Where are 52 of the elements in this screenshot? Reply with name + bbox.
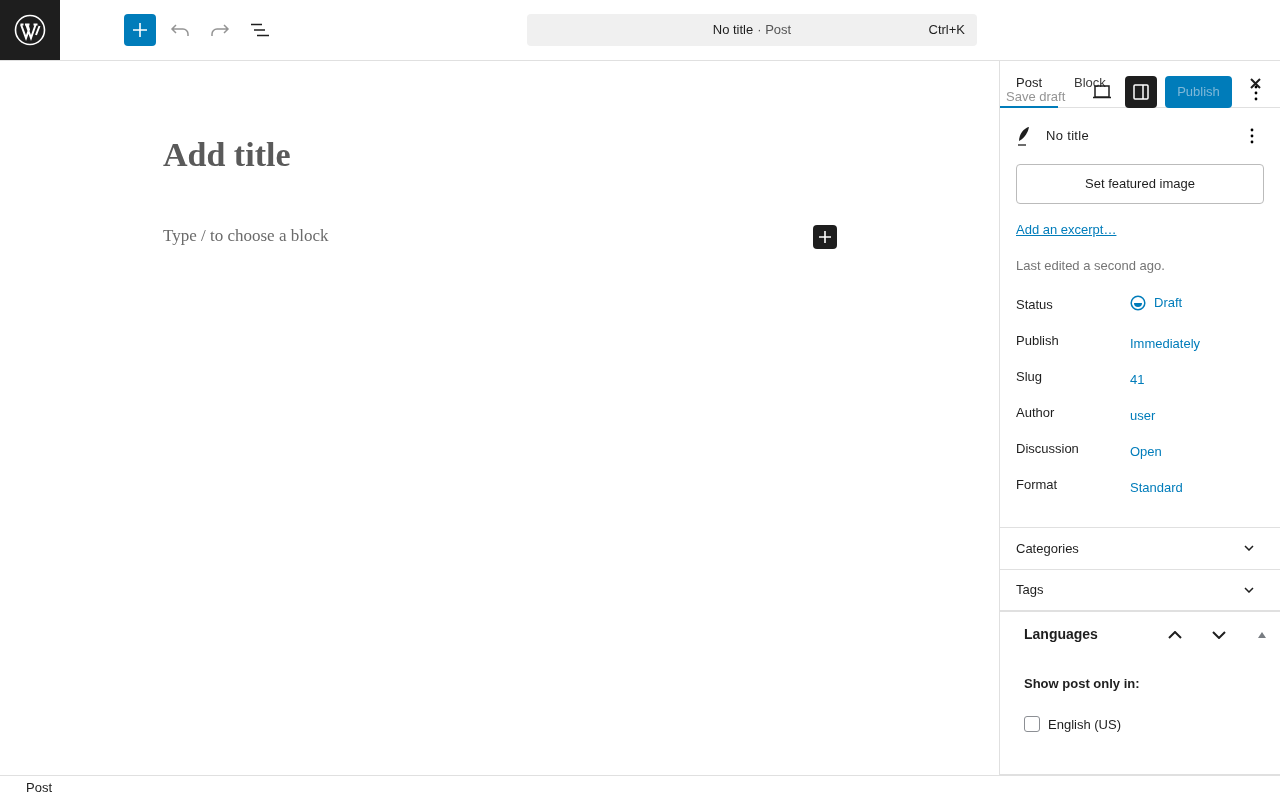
undo-icon (170, 23, 190, 37)
panel-header[interactable]: Categories (1000, 528, 1280, 570)
checkbox-label: English (US) (1048, 715, 1121, 734)
tab-indicator (1000, 106, 1058, 108)
post-title: No title (1046, 127, 1090, 146)
more-options-icon[interactable] (1254, 85, 1258, 101)
field-label: Status (1016, 296, 1054, 314)
chevron-up-icon[interactable] (1168, 630, 1182, 639)
list-icon (250, 23, 270, 37)
plus-icon (818, 230, 832, 244)
block-placeholder[interactable]: Type / to choose a block (163, 223, 329, 249)
add-excerpt-link[interactable]: Add an excerpt… (1016, 222, 1117, 237)
shortcut-label: Ctrl+K (928, 21, 965, 40)
field-value-button[interactable]: Immediately (1130, 332, 1201, 356)
field-label: Slug (1016, 368, 1044, 386)
sidebar-icon (1133, 84, 1149, 100)
field-label: Publish (1016, 332, 1060, 350)
close-icon[interactable] (1250, 78, 1261, 89)
field-label: Author (1016, 404, 1056, 422)
post-type-label: · Post (757, 21, 792, 40)
field-value-button[interactable]: user (1130, 404, 1156, 428)
field-value-button[interactable]: 41 (1130, 368, 1145, 392)
document-title: No title (712, 21, 754, 40)
add-block-button[interactable] (813, 225, 837, 249)
chevron-down-icon[interactable] (1212, 630, 1226, 639)
set-featured-image-button[interactable]: Set featured image (1016, 164, 1264, 204)
metabox-title: Languages (1024, 625, 1098, 644)
feather-icon (1016, 126, 1030, 146)
panel-header[interactable]: Tags (1000, 569, 1280, 611)
field-value-button[interactable]: Standard (1130, 476, 1183, 500)
redo-icon (210, 23, 230, 37)
more-options-icon[interactable] (1250, 128, 1254, 144)
command-bar[interactable]: No title · Post Ctrl+K (527, 14, 977, 46)
laptop-icon[interactable] (1092, 85, 1112, 99)
last-edited-text: Last edited a second ago. (1016, 256, 1166, 275)
draft-status-icon (1130, 295, 1146, 311)
title-field[interactable]: Add title (163, 129, 291, 180)
checkbox[interactable] (1024, 716, 1040, 733)
field-label: Format (1016, 476, 1059, 494)
settings-toggle-button[interactable] (1125, 76, 1157, 108)
site-logo[interactable] (0, 0, 60, 60)
field-label: Discussion (1016, 440, 1080, 458)
metabox-heading: Show post only in: (1024, 675, 1141, 693)
sidebar-tab[interactable]: Post (1016, 76, 1042, 89)
triangle-up-icon[interactable] (1258, 631, 1266, 638)
breadcrumb[interactable]: Post (26, 778, 52, 798)
sidebar-tab[interactable]: Block (1074, 76, 1106, 89)
field-value-button[interactable]: Open (1130, 440, 1162, 464)
plus-icon (132, 22, 148, 38)
status-button[interactable]: Draft (1130, 291, 1183, 315)
wordpress-logo-icon (14, 14, 46, 46)
save-draft-button[interactable]: Save draft (1006, 90, 1066, 103)
